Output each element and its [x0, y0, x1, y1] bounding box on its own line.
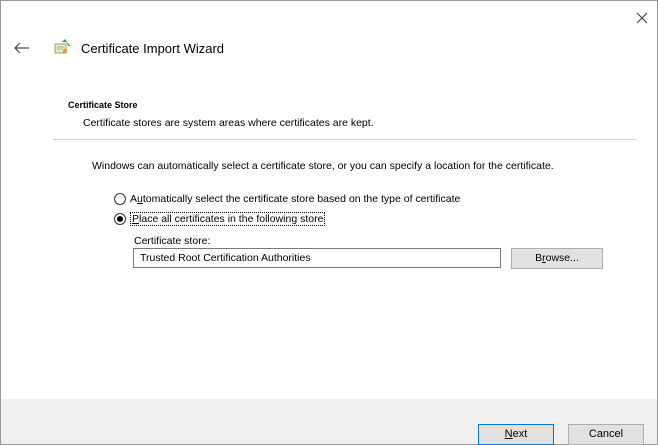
radio-button-place[interactable]	[114, 213, 126, 225]
section-title: Certificate Store	[68, 100, 138, 110]
certificate-icon	[54, 39, 71, 54]
browse-button[interactable]: Browse...	[511, 248, 603, 269]
header-divider	[53, 139, 637, 140]
section-description: Certificate stores are system areas wher…	[83, 117, 374, 129]
radio-button-auto[interactable]	[114, 193, 126, 205]
footer-bar	[1, 399, 657, 444]
next-button[interactable]: Next	[478, 424, 554, 445]
intro-text: Windows can automatically select a certi…	[92, 160, 554, 172]
radio-place-label[interactable]: Place all certificates in the following …	[130, 212, 326, 226]
back-arrow-icon[interactable]	[13, 41, 31, 55]
certificate-store-field[interactable]: Trusted Root Certification Authorities	[133, 248, 501, 268]
wizard-title: Certificate Import Wizard	[81, 41, 225, 56]
radio-place-in-store[interactable]: Place all certificates in the following …	[114, 212, 326, 226]
radio-auto-label[interactable]: Automatically select the certificate sto…	[130, 193, 460, 205]
radio-auto-select[interactable]: Automatically select the certificate sto…	[114, 193, 460, 205]
certificate-store-label: Certificate store:	[134, 235, 211, 247]
cancel-button[interactable]: Cancel	[568, 424, 644, 445]
close-icon[interactable]	[633, 9, 651, 27]
wizard-window: Certificate Import Wizard Certificate St…	[0, 0, 658, 445]
